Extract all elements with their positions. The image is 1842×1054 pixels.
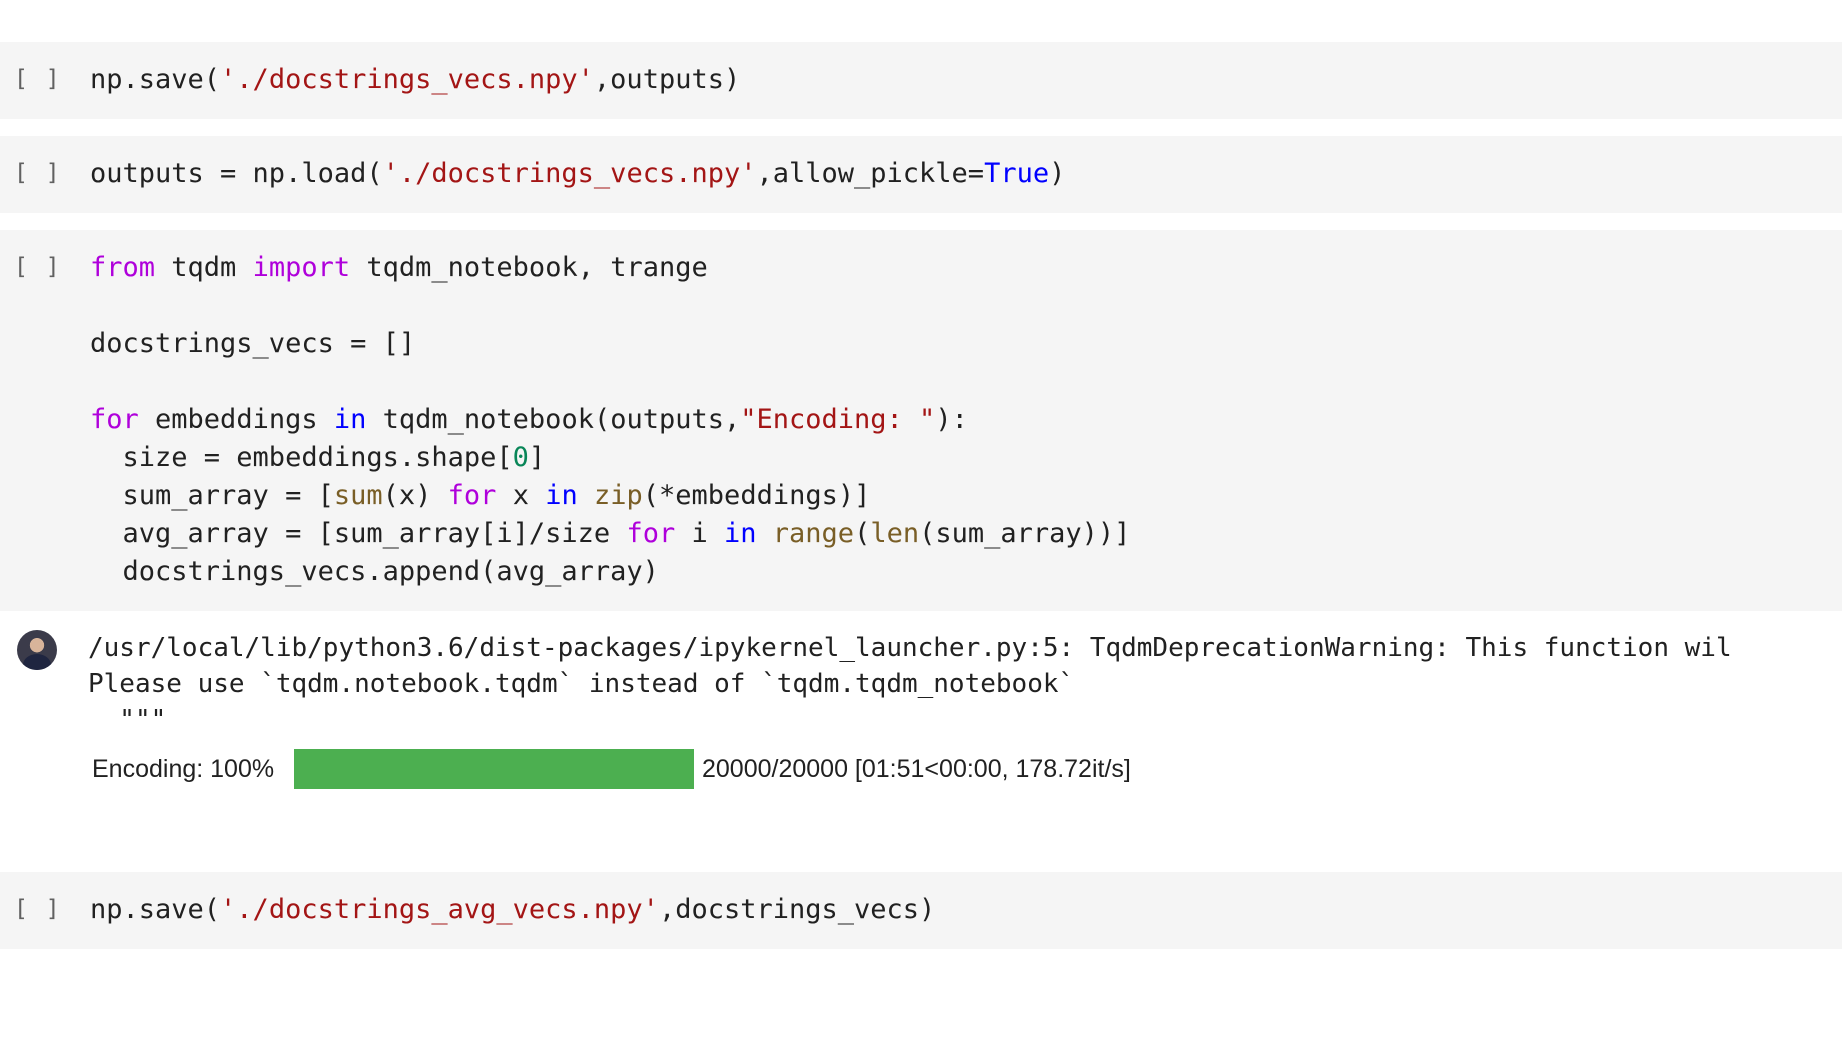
code-token: np.save(	[90, 894, 221, 925]
code-token: in	[545, 480, 578, 511]
code-token: ,docstrings_vecs)	[658, 894, 936, 925]
code-line: avg_array = [sum_array[i]/size for i in …	[90, 515, 1131, 553]
code-token: tqdm	[155, 252, 253, 283]
code-cell-3[interactable]: [ ] from tqdm import tqdm_notebook, tran…	[0, 230, 1842, 611]
code-token: (*embeddings)]	[642, 480, 871, 511]
code-editor[interactable]: from tqdm import tqdm_notebook, trange do…	[90, 249, 1130, 591]
code-token: range	[772, 518, 855, 549]
code-token: "Encoding: "	[740, 404, 936, 435]
run-cell-button[interactable]: [ ]	[14, 160, 60, 186]
progress-label: Encoding: 100%	[92, 754, 275, 783]
code-token: docstrings_vecs.append(avg_array)	[90, 556, 659, 587]
code-token: import	[252, 252, 351, 283]
code-token: './docstrings_avg_vecs.npy'	[220, 894, 659, 925]
code-token: ,allow_pickle=	[756, 158, 985, 189]
code-line: from tqdm import tqdm_notebook, trange	[90, 249, 1130, 287]
progress-stats: 20000/20000 [01:51<00:00, 178.72it/s]	[702, 754, 1131, 783]
warning-output: /usr/local/lib/python3.6/dist-packages/i…	[88, 630, 1732, 738]
code-token: )	[1049, 158, 1066, 189]
progress-bar-fill	[294, 749, 694, 789]
code-token: True	[984, 158, 1050, 189]
code-token: ):	[935, 404, 968, 435]
code-token: 0	[512, 442, 529, 473]
code-token: for	[447, 480, 497, 511]
code-token: zip	[594, 480, 643, 511]
code-token: from	[90, 252, 156, 283]
code-token: './docstrings_vecs.npy'	[382, 158, 757, 189]
run-cell-button[interactable]: [ ]	[14, 896, 60, 922]
warning-line: """	[88, 705, 167, 735]
user-avatar	[17, 630, 57, 670]
code-token: ,outputs)	[593, 64, 741, 95]
code-token: for	[626, 518, 676, 549]
run-cell-button[interactable]: [ ]	[14, 66, 60, 92]
code-token: len	[870, 518, 920, 549]
code-token: sum	[333, 480, 383, 511]
code-token: ]	[528, 442, 546, 473]
code-token: tqdm_notebook, trange	[350, 252, 708, 283]
code-line: docstrings_vecs = []	[90, 325, 1130, 363]
code-cell-4[interactable]: [ ] np.save('./docstrings_avg_vecs.npy',…	[0, 872, 1842, 949]
code-line: np.save('./docstrings_vecs.npy',outputs)	[90, 61, 740, 99]
code-editor[interactable]: np.save('./docstrings_vecs.npy',outputs)	[90, 61, 740, 99]
warning-line: /usr/local/lib/python3.6/dist-packages/i…	[88, 633, 1732, 663]
code-line: np.save('./docstrings_avg_vecs.npy',docs…	[90, 891, 935, 929]
run-cell-button[interactable]: [ ]	[14, 254, 60, 280]
code-token: x	[496, 480, 546, 511]
progress-widget: Encoding: 100% 20000/20000 [01:51<00:00,…	[92, 748, 1131, 790]
code-token: tqdm_notebook(outputs,	[366, 404, 741, 435]
code-token: outputs = np.load(	[90, 158, 383, 189]
code-token: sum_array = [	[90, 480, 334, 511]
warning-line: Please use `tqdm.notebook.tqdm` instead …	[88, 669, 1075, 699]
code-line: outputs = np.load('./docstrings_vecs.npy…	[90, 155, 1065, 193]
code-token: in	[724, 518, 757, 549]
code-token: (x)	[382, 480, 448, 511]
code-editor[interactable]: outputs = np.load('./docstrings_vecs.npy…	[90, 155, 1065, 193]
code-token: i	[675, 518, 724, 549]
code-token: for	[90, 404, 139, 435]
code-token: avg_array = [sum_array[i]/size	[90, 518, 627, 549]
code-line: sum_array = [sum(x) for x in zip(*embedd…	[90, 477, 1130, 515]
code-token: docstrings_vecs = []	[90, 328, 416, 359]
progress-bar	[294, 749, 694, 789]
code-token: np.save(	[90, 64, 221, 95]
code-token: size = embeddings.shape[	[90, 442, 513, 473]
code-editor[interactable]: np.save('./docstrings_avg_vecs.npy',docs…	[90, 891, 935, 929]
code-token: (sum_array))]	[919, 518, 1131, 549]
code-token: './docstrings_vecs.npy'	[220, 64, 594, 95]
code-token: in	[333, 404, 367, 435]
code-line: for embeddings in tqdm_notebook(outputs,…	[90, 401, 1130, 439]
code-token: (	[854, 518, 871, 549]
code-cell-2[interactable]: [ ] outputs = np.load('./docstrings_vecs…	[0, 136, 1842, 213]
code-line: docstrings_vecs.append(avg_array)	[90, 553, 1130, 591]
code-cell-1[interactable]: [ ] np.save('./docstrings_vecs.npy',outp…	[0, 42, 1842, 119]
code-token: embeddings	[138, 404, 334, 435]
code-line: size = embeddings.shape[0]	[90, 439, 1130, 477]
